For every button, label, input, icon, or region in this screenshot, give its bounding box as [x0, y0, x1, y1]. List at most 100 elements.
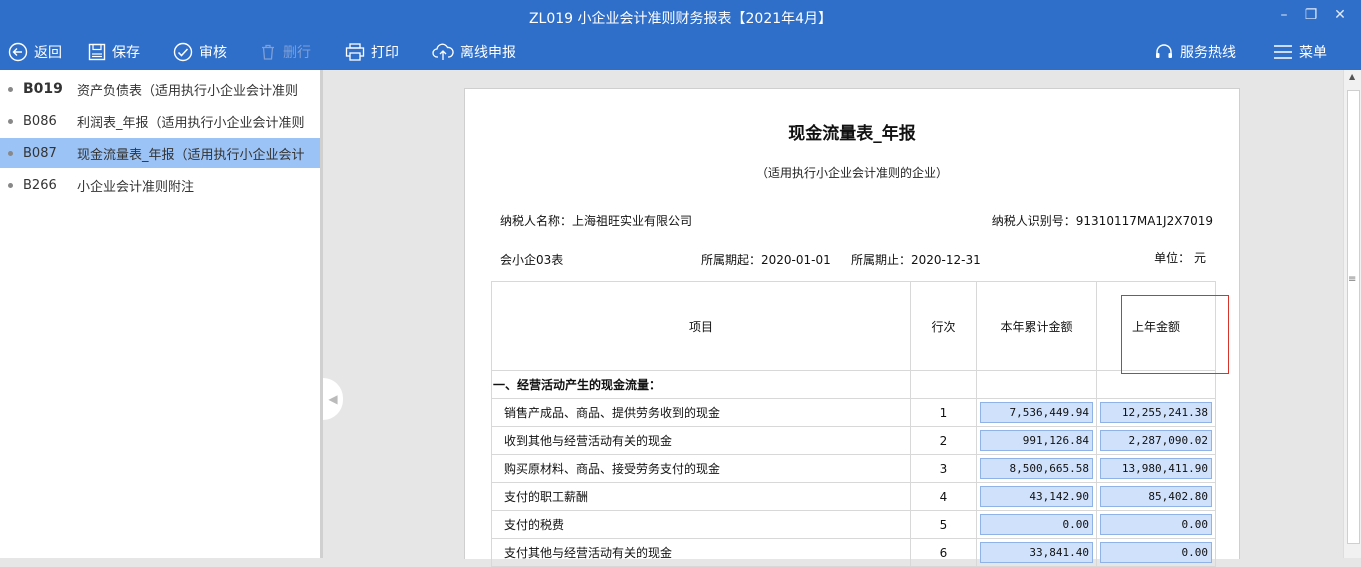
trash-icon [262, 44, 274, 60]
prior-amount-input[interactable]: 12,255,241.38 [1100, 402, 1212, 423]
sidebar-item-code: B266 [23, 177, 57, 193]
title-bar: ZL019 小企业会计准则财务报表【2021年4月】 – ❐ ✕ [0, 0, 1361, 34]
prior-cell: 0.00 [1096, 538, 1216, 567]
table-row: 销售产成品、商品、提供劳务收到的现金 1 7,536,449.94 12,255… [491, 398, 1216, 427]
unit-value: 元 [1193, 251, 1206, 265]
prior-amount-input[interactable]: 0.00 [1100, 514, 1212, 535]
row-item: 销售产成品、商品、提供劳务收到的现金 [491, 398, 911, 427]
minimize-icon[interactable]: – [1275, 6, 1293, 24]
sidebar-item-label: 利润表_年报（适用执行小企业会计准则 [77, 115, 305, 131]
menu-label: 菜单 [1299, 45, 1327, 61]
current-amount-input[interactable]: 7,536,449.94 [980, 402, 1093, 423]
menu-button[interactable]: 菜单 [1273, 34, 1327, 70]
sidebar-item-b266[interactable]: B266 小企业会计准则附注 [0, 170, 320, 200]
prior-amount-input[interactable]: 85,402.80 [1100, 486, 1212, 507]
current-cell: 991,126.84 [976, 426, 1097, 455]
check-circle-icon [173, 42, 193, 62]
sidebar-item-b087[interactable]: B087 现金流量表_年报（适用执行小企业会计 [0, 138, 320, 168]
audit-button[interactable]: 审核 [173, 34, 227, 70]
period-end-value: 2020-12-31 [911, 253, 981, 267]
offline-declare-button[interactable]: 离线申报 [432, 34, 516, 70]
taxpayer-id: 纳税人识别号：91310117MA1J2X7019 [992, 212, 1213, 229]
prior-cell: 0.00 [1096, 510, 1216, 539]
current-cell: 7,536,449.94 [976, 398, 1097, 427]
period-start: 所属期起：2020-01-01 [701, 251, 831, 268]
empty-cell [1096, 370, 1216, 399]
delete-row-button[interactable]: 删行 [259, 34, 311, 70]
col-header-prior: 上年金额 [1096, 281, 1216, 371]
row-item: 购买原材料、商品、接受劳务支付的现金 [491, 454, 911, 483]
row-line: 6 [910, 538, 977, 567]
save-label: 保存 [112, 45, 140, 61]
period-start-value: 2020-01-01 [761, 253, 831, 267]
table-row: 支付的税费 5 0.00 0.00 [491, 510, 1216, 539]
row-item: 支付的税费 [491, 510, 911, 539]
headset-icon [1156, 44, 1172, 58]
current-amount-input[interactable]: 43,142.90 [980, 486, 1093, 507]
bullet-icon [8, 150, 13, 156]
row-line: 2 [910, 426, 977, 455]
table-header-row: 项目 行次 本年累计金额 上年金额 [491, 281, 1216, 371]
current-amount-input[interactable]: 0.00 [980, 514, 1093, 535]
unit-label: 单位： [1154, 251, 1191, 265]
report-title: 现金流量表_年报 [788, 124, 916, 144]
current-amount-input[interactable]: 33,841.40 [980, 542, 1093, 563]
report-subtitle: （适用执行小企业会计准则的企业） [755, 166, 948, 180]
section-title: 一、经营活动产生的现金流量： [491, 370, 911, 399]
prior-cell: 2,287,090.02 [1096, 426, 1216, 455]
prior-cell: 85,402.80 [1096, 482, 1216, 511]
period-end-label: 所属期止： [851, 253, 912, 267]
row-item: 收到其他与经营活动有关的现金 [491, 426, 911, 455]
current-cell: 33,841.40 [976, 538, 1097, 567]
row-line: 5 [910, 510, 977, 539]
sidebar-item-label: 资产负债表（适用执行小企业会计准则 [77, 83, 299, 99]
current-amount-input[interactable]: 991,126.84 [980, 430, 1093, 451]
report-sheet: 现金流量表_年报 （适用执行小企业会计准则的企业） 纳税人名称：上海祖旺实业有限… [464, 88, 1240, 567]
sidebar-item-b019[interactable]: B019 资产负债表（适用执行小企业会计准则 [0, 74, 320, 104]
scrollbar-thumb[interactable] [1347, 90, 1360, 544]
col-header-current: 本年累计金额 [976, 281, 1097, 371]
period-start-label: 所属期起： [701, 253, 762, 267]
row-line: 3 [910, 454, 977, 483]
hotline-button[interactable]: 服务热线 [1154, 34, 1236, 70]
back-button[interactable]: 返回 [8, 34, 62, 70]
prior-amount-input[interactable]: 13,980,411.90 [1100, 458, 1212, 479]
scroll-up-icon[interactable]: ▲ [1349, 72, 1355, 81]
bullet-icon [8, 86, 13, 92]
prior-amount-input[interactable]: 2,287,090.02 [1100, 430, 1212, 451]
close-icon[interactable]: ✕ [1331, 6, 1349, 24]
vertical-scrollbar[interactable]: ▲ ≡ [1343, 70, 1361, 558]
empty-cell [976, 370, 1097, 399]
table-row: 收到其他与经营活动有关的现金 2 991,126.84 2,287,090.02 [491, 426, 1216, 455]
taxpayer-id-label: 纳税人识别号： [991, 214, 1076, 228]
table-row: 支付的职工薪酬 4 43,142.90 85,402.80 [491, 482, 1216, 511]
sidebar-item-code: B019 [23, 81, 63, 97]
row-line: 4 [910, 482, 977, 511]
sidebar-item-b086[interactable]: B086 利润表_年报（适用执行小企业会计准则 [0, 106, 320, 136]
col-header-item: 项目 [491, 281, 911, 371]
report-list-sidebar: B019 资产负债表（适用执行小企业会计准则 B086 利润表_年报（适用执行小… [0, 70, 323, 558]
window-title: ZL019 小企业会计准则财务报表【2021年4月】 [528, 11, 833, 27]
print-button[interactable]: 打印 [345, 34, 399, 70]
save-button[interactable]: 保存 [88, 34, 140, 70]
hamburger-icon [1274, 45, 1292, 59]
save-icon [88, 43, 106, 61]
prior-amount-input[interactable]: 0.00 [1100, 542, 1212, 563]
prior-cell: 13,980,411.90 [1096, 454, 1216, 483]
taxpayer-name-value: 上海祖旺实业有限公司 [572, 214, 693, 228]
form-code: 会小企03表 [500, 253, 564, 267]
printer-icon [345, 43, 365, 61]
sidebar-item-code: B087 [23, 145, 57, 161]
scroll-grip-icon: ≡ [1348, 274, 1357, 285]
table-row: 购买原材料、商品、接受劳务支付的现金 3 8,500,665.58 13,980… [491, 454, 1216, 483]
sidebar-item-label: 小企业会计准则附注 [77, 179, 195, 195]
cloud-upload-icon [432, 43, 454, 60]
table-row: 支付其他与经营活动有关的现金 6 33,841.40 0.00 [491, 538, 1216, 567]
current-amount-input[interactable]: 8,500,665.58 [980, 458, 1093, 479]
restore-icon[interactable]: ❐ [1302, 6, 1320, 24]
back-label: 返回 [34, 45, 62, 61]
section-row: 一、经营活动产生的现金流量： [491, 370, 1216, 399]
delete-row-label: 删行 [283, 45, 311, 61]
bullet-icon [8, 182, 13, 188]
current-cell: 43,142.90 [976, 482, 1097, 511]
